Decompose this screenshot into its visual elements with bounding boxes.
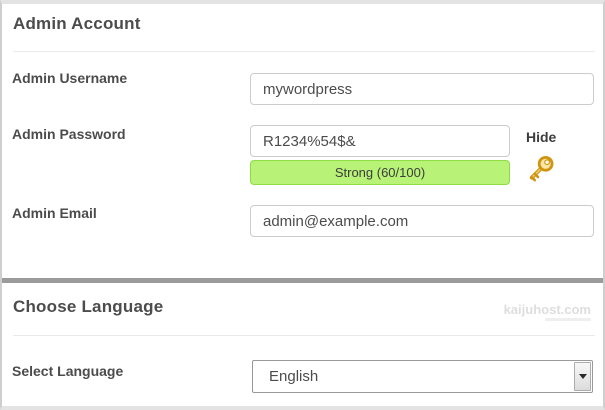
admin-email-label: Admin Email <box>12 205 97 221</box>
language-select[interactable]: English <box>252 360 593 393</box>
chevron-down-icon[interactable] <box>574 362 591 391</box>
admin-email-input[interactable] <box>250 205 594 237</box>
generate-password-button[interactable] <box>527 154 555 184</box>
admin-username-input[interactable] <box>250 73 594 105</box>
watermark: kaijuhost.com <box>504 303 591 321</box>
heading-divider <box>13 51 595 52</box>
choose-language-heading: Choose Language <box>13 297 163 317</box>
password-strength-text: Strong (60/100) <box>335 165 425 180</box>
admin-username-label: Admin Username <box>12 70 127 86</box>
password-strength-meter: Strong (60/100) <box>250 160 510 185</box>
admin-account-heading: Admin Account <box>13 14 141 34</box>
heading-divider <box>13 335 595 336</box>
watermark-text: kaijuhost.com <box>504 303 591 316</box>
password-hide-toggle[interactable]: Hide <box>526 129 556 145</box>
admin-password-label: Admin Password <box>12 126 126 142</box>
watermark-tagline <box>545 318 591 321</box>
section-divider <box>2 278 603 283</box>
key-icon <box>527 172 555 187</box>
admin-password-input[interactable] <box>250 125 510 157</box>
installer-panel: Admin Account Admin Username Admin Passw… <box>0 0 605 410</box>
select-language-label: Select Language <box>12 363 123 379</box>
language-select-value: English <box>253 368 318 385</box>
